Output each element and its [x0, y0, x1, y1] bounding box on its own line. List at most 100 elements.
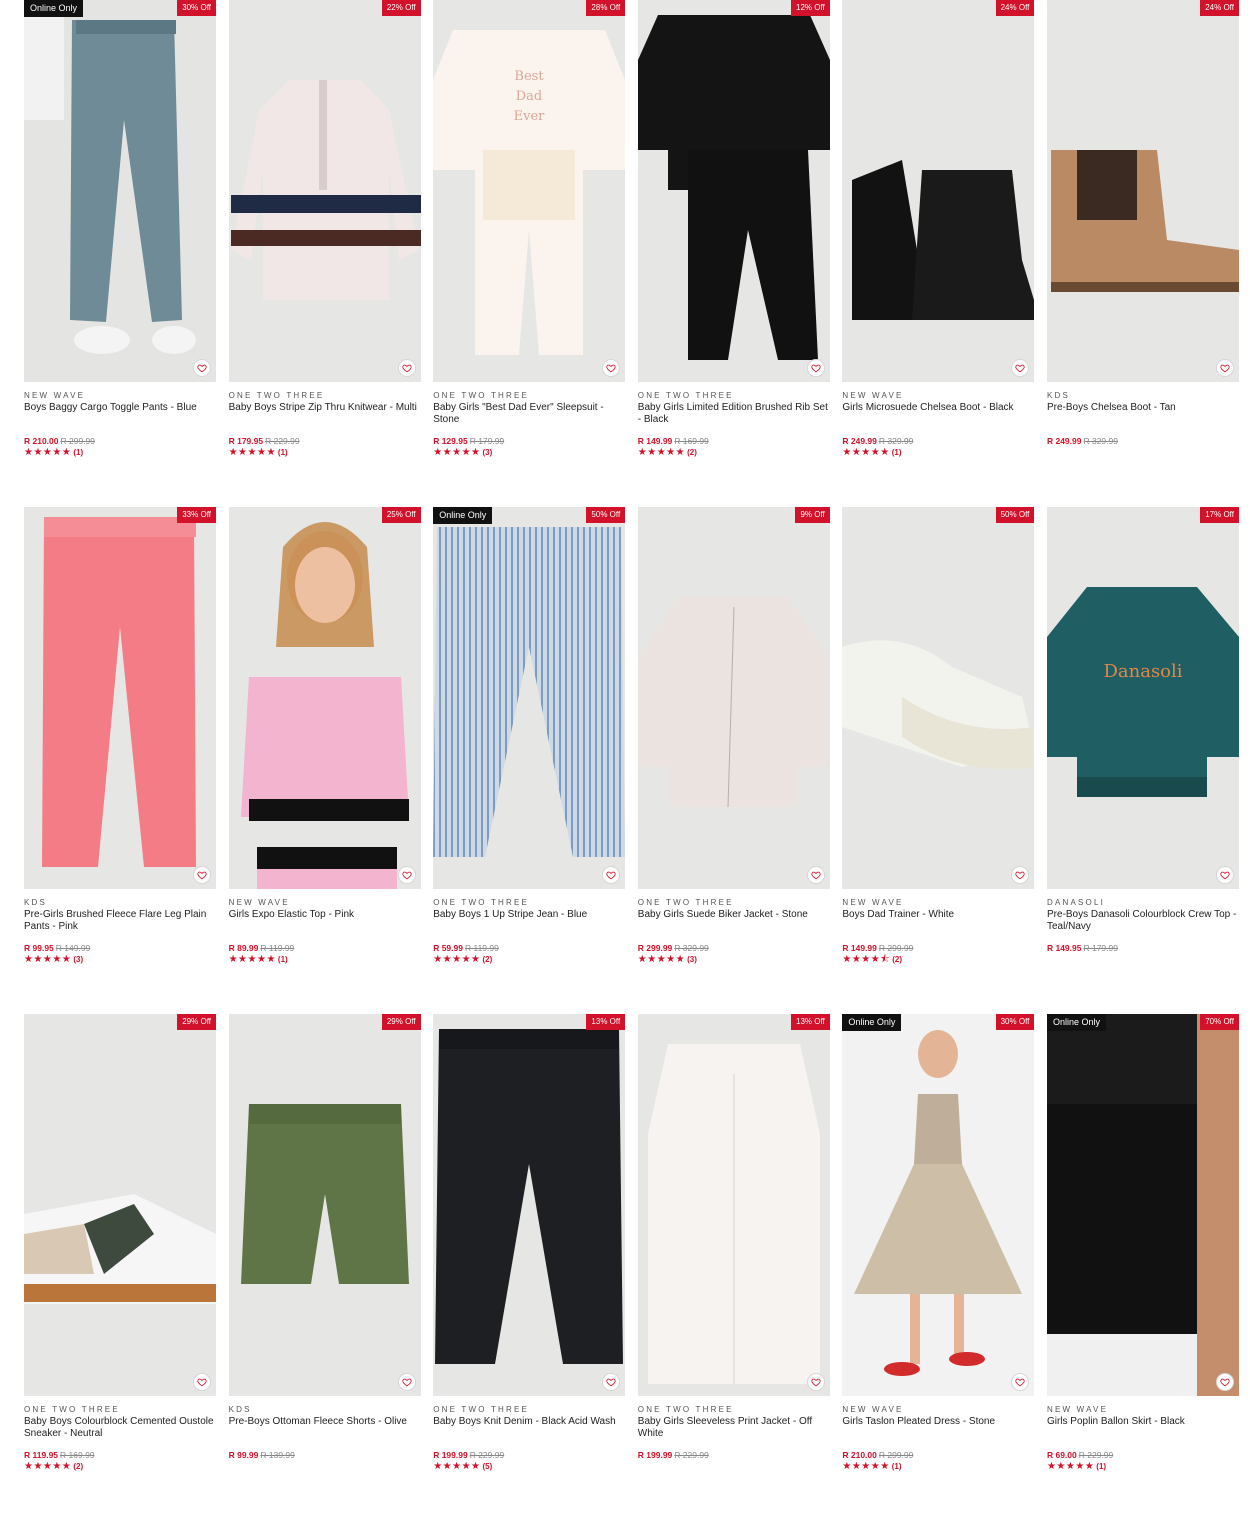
heart-outline-icon	[197, 871, 207, 880]
product-image[interactable]: Online Only 50% Off	[433, 507, 626, 889]
product-card[interactable]: 13% Off ONE TWO THREE Baby Boys Knit Den…	[433, 1014, 626, 1521]
product-brand: NEW WAVE	[842, 1405, 904, 1414]
product-name[interactable]: Baby Boys Knit Denim - Black Acid Wash	[433, 1416, 625, 1450]
product-card[interactable]: 13% Off ONE TWO THREE Baby Girls Sleevel…	[637, 1014, 830, 1521]
product-card[interactable]: Online Only 70% Off NEW WAVE Girls Popli…	[1046, 1014, 1239, 1521]
product-image[interactable]: 24% Off	[1046, 0, 1239, 382]
product-name[interactable]: Girls Expo Elastic Top - Pink	[229, 909, 421, 943]
wishlist-button[interactable]	[1215, 866, 1234, 884]
product-card[interactable]: Danasoli 17% Off DANASOLI Pre-Boys Danas…	[1046, 507, 1239, 1014]
wishlist-button[interactable]	[397, 359, 416, 377]
product-image[interactable]: Online Only 30% Off	[842, 1014, 1035, 1396]
rating-row: ★★★★★ (3)	[433, 447, 625, 458]
svg-text:Danasoli: Danasoli	[1103, 661, 1182, 682]
discount-badge: 25% Off	[381, 507, 421, 523]
star-rating-icon: ★★★★★	[228, 953, 276, 965]
product-image[interactable]: 29% Off	[24, 1014, 216, 1396]
product-photo	[24, 0, 216, 382]
star-rating-icon: ★★★★⯪	[842, 953, 891, 965]
wishlist-button[interactable]	[397, 866, 416, 884]
product-photo	[647, 1044, 820, 1384]
current-price: R 119.95	[24, 1450, 59, 1460]
wishlist-button[interactable]	[806, 1373, 825, 1391]
heart-outline-icon	[1220, 871, 1230, 880]
product-name[interactable]: Pre-Boys Chelsea Boot - Tan	[1047, 402, 1239, 436]
heart-outline-icon	[811, 1378, 821, 1387]
product-name[interactable]: Baby Girls Limited Edition Brushed Rib S…	[638, 402, 830, 436]
discount-badge: 50% Off	[995, 507, 1035, 523]
product-card[interactable]: 12% Off ONE TWO THREE Baby Girls Limited…	[637, 0, 830, 507]
product-image[interactable]: Online Only 70% Off	[1046, 1014, 1239, 1396]
rating-row: ★★★★★ (1)	[842, 1461, 1034, 1472]
svg-text:Dad: Dad	[516, 89, 543, 104]
product-image[interactable]: 13% Off	[433, 1014, 626, 1396]
product-name[interactable]: Pre-Girls Brushed Fleece Flare Leg Plain…	[24, 909, 216, 943]
product-image[interactable]: Best Dad Ever 28% Off	[433, 0, 626, 382]
wishlist-button[interactable]	[1215, 359, 1234, 377]
original-price: R 329.99	[1083, 436, 1118, 446]
product-photo	[240, 1104, 409, 1284]
product-image[interactable]: 22% Off	[228, 0, 421, 382]
svg-text:Best: Best	[515, 69, 545, 84]
product-name[interactable]: Pre-Boys Danasoli Colourblock Crew Top -…	[1047, 909, 1239, 943]
wishlist-button[interactable]	[806, 359, 825, 377]
product-image[interactable]: 13% Off	[637, 1014, 830, 1396]
product-name[interactable]: Baby Boys Colourblock Cemented Oustole S…	[24, 1416, 216, 1450]
product-card[interactable]: Online Only 30% Off NEW WAVE Girls Taslo…	[842, 1014, 1035, 1521]
product-photo	[1046, 1014, 1239, 1396]
product-card[interactable]: 29% Off ONE TWO THREE Baby Boys Colourbl…	[24, 1014, 216, 1521]
product-image[interactable]: 12% Off	[637, 0, 830, 382]
product-card[interactable]: 33% Off KDS Pre-Girls Brushed Fleece Fla…	[24, 507, 216, 1014]
product-card[interactable]: 9% Off ONE TWO THREE Baby Girls Suede Bi…	[637, 507, 830, 1014]
product-card[interactable]: 24% Off KDS Pre-Boys Chelsea Boot - Tan …	[1046, 0, 1239, 507]
product-card[interactable]: 24% Off NEW WAVE Girls Microsuede Chelse…	[842, 0, 1035, 507]
product-image[interactable]: Danasoli 17% Off	[1046, 507, 1239, 889]
product-image[interactable]: 25% Off	[228, 507, 421, 889]
online-only-badge: Online Only	[24, 0, 84, 17]
product-name[interactable]: Baby Girls "Best Dad Ever" Sleepsuit - S…	[433, 402, 625, 436]
price-row: R 99.99 R 139.99	[229, 1450, 421, 1461]
product-image[interactable]: 50% Off	[842, 507, 1035, 889]
wishlist-button[interactable]	[193, 359, 211, 377]
current-price: R 149.99	[637, 436, 673, 446]
product-name[interactable]: Girls Taslon Pleated Dress - Stone	[842, 1416, 1034, 1450]
product-name[interactable]: Baby Girls Suede Biker Jacket - Stone	[638, 909, 830, 943]
product-image[interactable]: Online Only 30% Off	[24, 0, 216, 382]
rating-row: ★★★★★ (1)	[842, 447, 1034, 458]
discount-badge: 70% Off	[1200, 1014, 1239, 1030]
product-name[interactable]: Baby Girls Sleeveless Print Jacket - Off…	[638, 1416, 830, 1450]
product-image[interactable]: 33% Off	[24, 507, 216, 889]
review-count: (1)	[277, 447, 288, 457]
product-name[interactable]: Boys Dad Trainer - White	[842, 909, 1034, 943]
product-card[interactable]: 22% Off ONE TWO THREE Baby Boys Stripe Z…	[228, 0, 421, 507]
product-card[interactable]: Best Dad Ever 28% Off ONE TWO THREE Baby G…	[433, 0, 626, 507]
wishlist-button[interactable]	[193, 1373, 211, 1391]
product-name[interactable]: Boys Baggy Cargo Toggle Pants - Blue	[24, 402, 216, 436]
rating-row: ★★★★★ (2)	[24, 1461, 216, 1472]
star-rating-icon: ★★★★★	[433, 953, 481, 965]
product-card[interactable]: 29% Off KDS Pre-Boys Ottoman Fleece Shor…	[228, 1014, 421, 1521]
product-card[interactable]: 25% Off NEW WAVE Girls Expo Elastic Top …	[228, 507, 421, 1014]
product-name[interactable]: Girls Poplin Ballon Skirt - Black	[1047, 1416, 1239, 1450]
star-rating-icon: ★★★★★	[637, 953, 686, 965]
product-name[interactable]: Girls Microsuede Chelsea Boot - Black	[842, 402, 1034, 436]
heart-outline-icon	[401, 1378, 412, 1387]
product-image[interactable]: 29% Off	[228, 1014, 421, 1396]
product-image[interactable]: 24% Off	[842, 0, 1035, 382]
product-image[interactable]: 9% Off	[637, 507, 830, 889]
wishlist-button[interactable]	[806, 866, 825, 884]
product-name[interactable]: Pre-Boys Ottoman Fleece Shorts - Olive	[229, 1416, 421, 1450]
svg-text:Ever: Ever	[514, 109, 546, 124]
product-name[interactable]: Baby Boys Stripe Zip Thru Knitwear - Mul…	[229, 402, 421, 436]
product-card[interactable]: 50% Off NEW WAVE Boys Dad Trainer - Whit…	[842, 507, 1035, 1014]
product-brand: NEW WAVE	[1046, 1405, 1109, 1414]
wishlist-button[interactable]	[193, 866, 211, 884]
wishlist-button[interactable]	[397, 1373, 416, 1391]
wishlist-button[interactable]	[1215, 1373, 1234, 1391]
product-brand: NEW WAVE	[842, 391, 904, 400]
product-card[interactable]: Online Only 30% Off NEW WAVE Boys Baggy …	[24, 0, 216, 507]
original-price: R 329.99	[674, 943, 709, 953]
discount-badge: 30% Off	[177, 0, 216, 16]
product-card[interactable]: Online Only 50% Off ONE TWO THREE Baby B…	[433, 507, 626, 1014]
product-name[interactable]: Baby Boys 1 Up Stripe Jean - Blue	[433, 909, 625, 943]
